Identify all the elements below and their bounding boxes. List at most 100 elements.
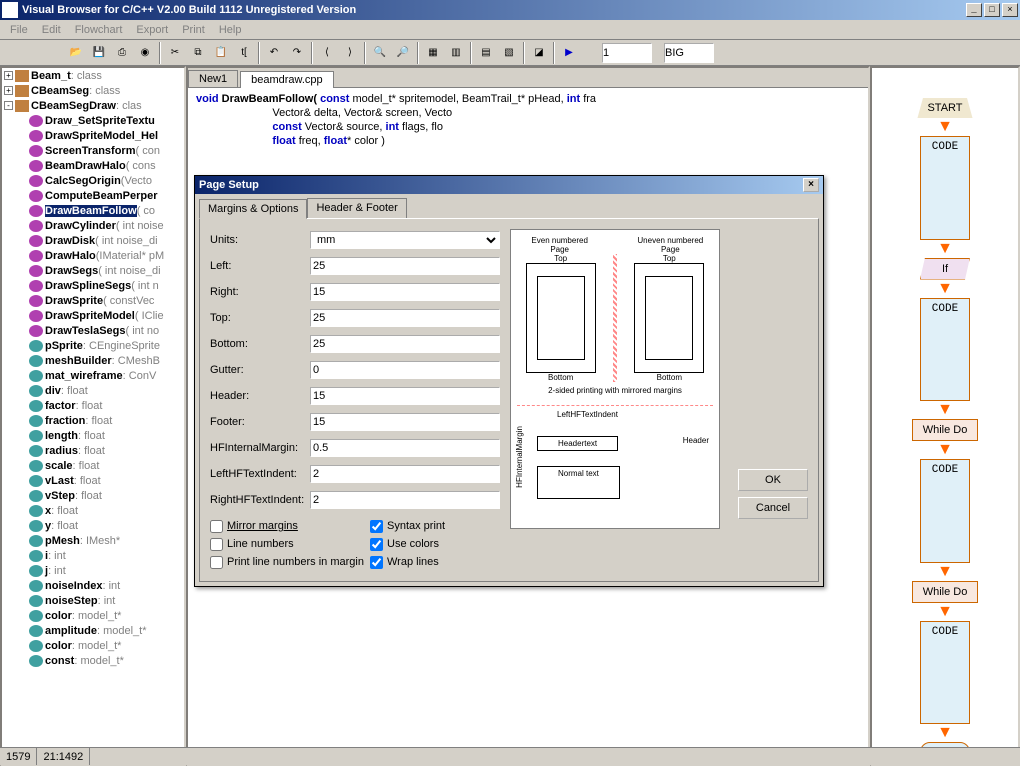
tree-item[interactable]: DrawTeslaSegs( int no <box>2 323 184 338</box>
run-icon[interactable]: ▶ <box>558 42 580 64</box>
tree-item[interactable]: +CBeamSeg: class <box>2 83 184 98</box>
tree-item[interactable]: i: int <box>2 548 184 563</box>
units-select[interactable]: mm <box>310 231 500 249</box>
combo-1[interactable] <box>602 43 652 63</box>
expander-icon[interactable]: + <box>4 86 13 95</box>
gutter-input[interactable] <box>310 361 500 379</box>
tree-item[interactable]: amplitude: model_t* <box>2 623 184 638</box>
tree-item[interactable]: scale: float <box>2 458 184 473</box>
redo-icon[interactable]: ↷ <box>286 42 308 64</box>
tree-item[interactable]: ScreenTransform( con <box>2 143 184 158</box>
tab-margins-options[interactable]: Margins & Options <box>199 199 307 219</box>
tree-item[interactable]: DrawSprite( constVec <box>2 293 184 308</box>
tab-new1[interactable]: New1 <box>188 70 238 87</box>
dialog-titlebar[interactable]: Page Setup × <box>195 176 823 194</box>
format-icon[interactable]: t[ <box>233 42 255 64</box>
tree-item[interactable]: DrawSegs( int noise_di <box>2 263 184 278</box>
print-icon[interactable]: ⎙ <box>111 42 133 64</box>
tree-item[interactable]: div: float <box>2 383 184 398</box>
tree-item[interactable]: vStep: float <box>2 488 184 503</box>
tree-item[interactable]: factor: float <box>2 398 184 413</box>
menu-help[interactable]: Help <box>213 22 248 38</box>
tree-item[interactable]: meshBuilder: CMeshB <box>2 353 184 368</box>
menu-flowchart[interactable]: Flowchart <box>69 22 129 38</box>
tree-item[interactable]: -CBeamSegDraw: clas <box>2 98 184 113</box>
right-input[interactable] <box>310 283 500 301</box>
left-input[interactable] <box>310 257 500 275</box>
tree-item[interactable]: DrawHalo(IMaterial* pM <box>2 248 184 263</box>
find-icon[interactable]: 🔍 <box>369 42 391 64</box>
menu-print[interactable]: Print <box>176 22 211 38</box>
flow-code[interactable]: CODE <box>920 621 970 725</box>
flow-while[interactable]: While Do <box>912 419 979 441</box>
class-tree[interactable]: +Beam_t: class+CBeamSeg: class-CBeamSegD… <box>0 66 186 766</box>
tree-item[interactable]: DrawCylinder( int noise <box>2 218 184 233</box>
tool-e-icon[interactable]: ◪ <box>528 42 550 64</box>
ok-button[interactable]: OK <box>738 469 808 491</box>
expander-icon[interactable]: + <box>4 71 13 80</box>
tool-b-icon[interactable]: ▥ <box>445 42 467 64</box>
tree-item[interactable]: pSprite: CEngineSprite <box>2 338 184 353</box>
tree-item[interactable]: DrawDisk( int noise_di <box>2 233 184 248</box>
minimize-button[interactable]: _ <box>966 3 982 17</box>
flow-code[interactable]: CODE <box>920 459 970 563</box>
menu-export[interactable]: Export <box>130 22 174 38</box>
mirror-margins-checkbox[interactable] <box>210 520 223 533</box>
lhfti-input[interactable] <box>310 465 500 483</box>
tree-item[interactable]: color: model_t* <box>2 608 184 623</box>
tree-item[interactable]: mat_wireframe: ConV <box>2 368 184 383</box>
maximize-button[interactable]: □ <box>984 3 1000 17</box>
tab-beamdraw[interactable]: beamdraw.cpp <box>240 71 334 88</box>
tool-c-icon[interactable]: ▤ <box>475 42 497 64</box>
flow-while[interactable]: While Do <box>912 581 979 603</box>
flow-start[interactable]: START <box>917 98 972 118</box>
flow-code[interactable]: CODE <box>920 298 970 402</box>
print-margin-checkbox[interactable] <box>210 556 223 569</box>
flow-if[interactable]: If <box>920 258 970 280</box>
rhfti-input[interactable] <box>310 491 500 509</box>
find-next-icon[interactable]: 🔎 <box>392 42 414 64</box>
tool-a-icon[interactable]: ▦ <box>422 42 444 64</box>
tree-item[interactable]: DrawSpriteModel_Hel <box>2 128 184 143</box>
cut-icon[interactable]: ✂ <box>164 42 186 64</box>
tree-item[interactable]: DrawSplineSegs( int n <box>2 278 184 293</box>
paste-icon[interactable]: 📋 <box>210 42 232 64</box>
bracket-left-icon[interactable]: ⟨ <box>316 42 338 64</box>
tree-item[interactable]: BeamDrawHalo( cons <box>2 158 184 173</box>
footer-input[interactable] <box>310 413 500 431</box>
save-icon[interactable]: 💾 <box>88 42 110 64</box>
tab-header-footer[interactable]: Header & Footer <box>307 198 406 218</box>
tree-item[interactable]: length: float <box>2 428 184 443</box>
flow-code[interactable]: CODE <box>920 136 970 240</box>
tree-item[interactable]: ComputeBeamPerper <box>2 188 184 203</box>
tree-item[interactable]: DrawSpriteModel( IClie <box>2 308 184 323</box>
tree-item[interactable]: radius: float <box>2 443 184 458</box>
dialog-close-button[interactable]: × <box>803 178 819 192</box>
tree-item[interactable]: Draw_SetSpriteTextu <box>2 113 184 128</box>
tree-item[interactable]: DrawBeamFollow( co <box>2 203 184 218</box>
copy-icon[interactable]: ⧉ <box>187 42 209 64</box>
syntax-print-checkbox[interactable] <box>370 520 383 533</box>
tree-item[interactable]: +Beam_t: class <box>2 68 184 83</box>
tree-item[interactable]: pMesh: IMesh* <box>2 533 184 548</box>
tree-item[interactable]: CalcSegOrigin(Vecto <box>2 173 184 188</box>
preview-icon[interactable]: ◉ <box>134 42 156 64</box>
tree-item[interactable]: fraction: float <box>2 413 184 428</box>
undo-icon[interactable]: ↶ <box>263 42 285 64</box>
combo-2[interactable] <box>664 43 714 63</box>
menu-edit[interactable]: Edit <box>36 22 67 38</box>
tree-item[interactable]: noiseIndex: int <box>2 578 184 593</box>
open-icon[interactable]: 📂 <box>65 42 87 64</box>
use-colors-checkbox[interactable] <box>370 538 383 551</box>
menu-file[interactable]: File <box>4 22 34 38</box>
line-numbers-checkbox[interactable] <box>210 538 223 551</box>
bracket-right-icon[interactable]: ⟩ <box>339 42 361 64</box>
tree-item[interactable]: noiseStep: int <box>2 593 184 608</box>
tree-item[interactable]: j: int <box>2 563 184 578</box>
cancel-button[interactable]: Cancel <box>738 497 808 519</box>
tree-item[interactable]: const: model_t* <box>2 653 184 668</box>
tree-item[interactable]: y: float <box>2 518 184 533</box>
tree-item[interactable]: color: model_t* <box>2 638 184 653</box>
tree-item[interactable]: vLast: float <box>2 473 184 488</box>
top-input[interactable] <box>310 309 500 327</box>
